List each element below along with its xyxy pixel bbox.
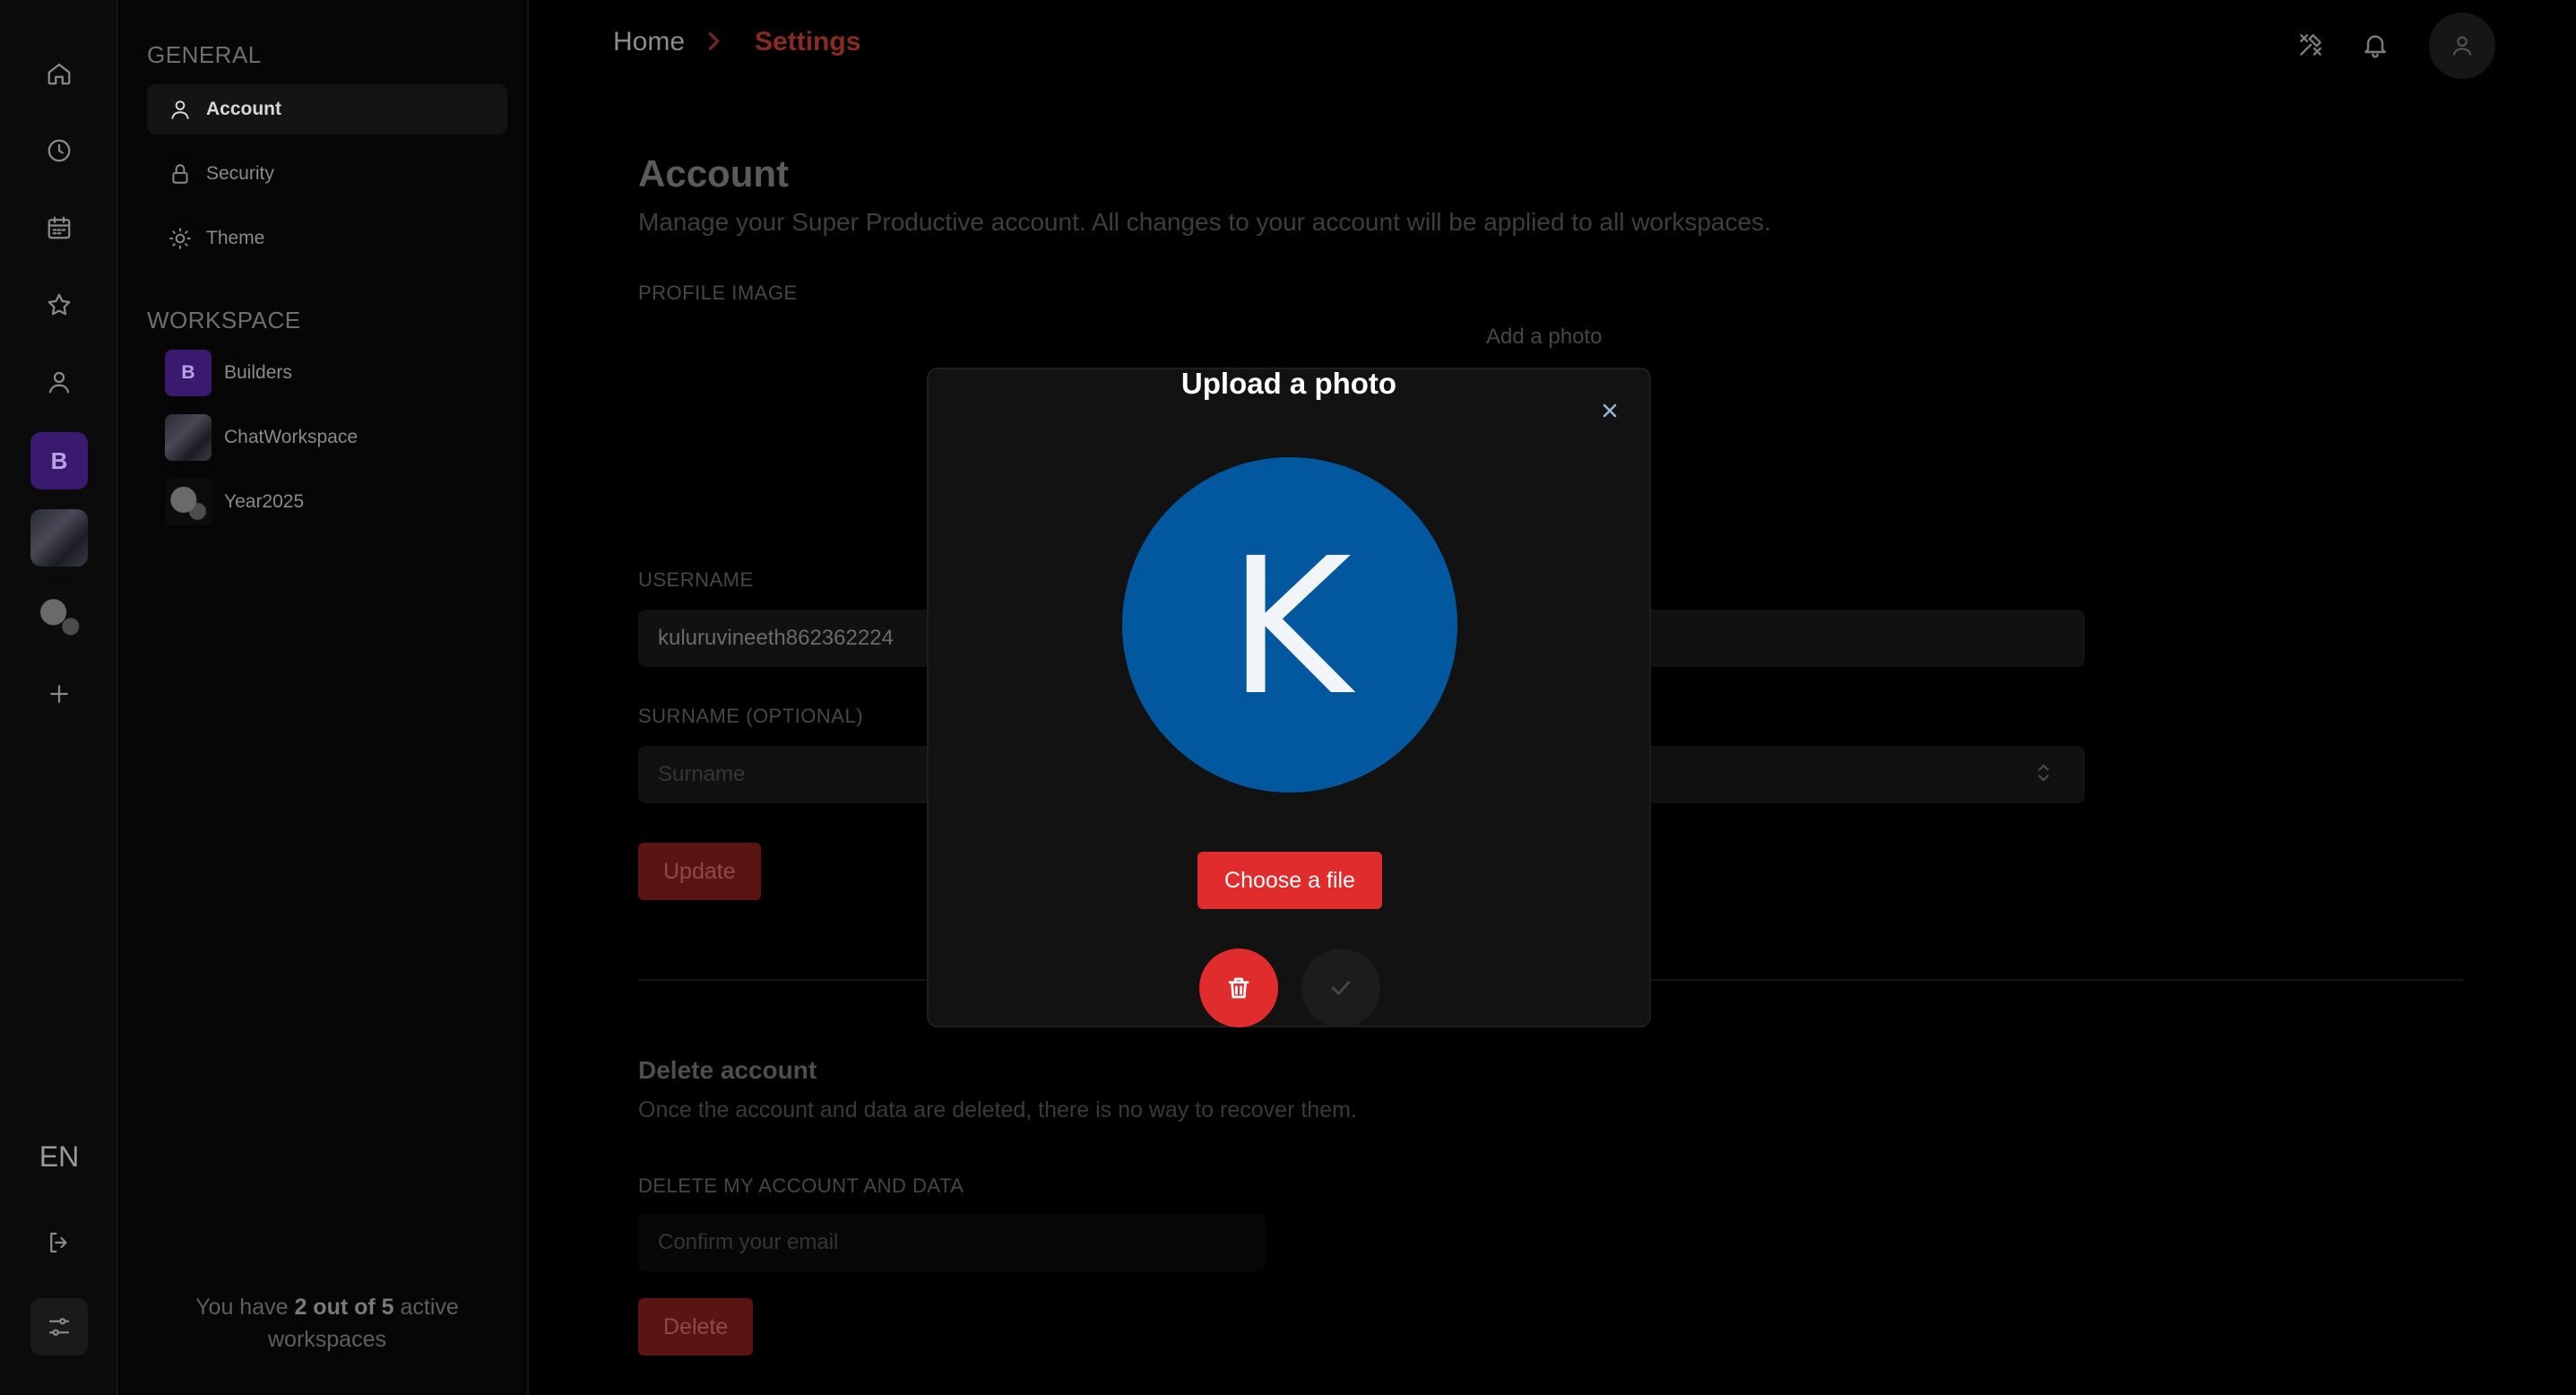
settings-sliders-icon[interactable] bbox=[30, 1298, 88, 1356]
user-avatar[interactable] bbox=[2429, 13, 2495, 79]
workspace-thumbnail bbox=[165, 414, 212, 461]
breadcrumb: Home Settings bbox=[613, 27, 860, 57]
breadcrumb-home[interactable]: Home bbox=[613, 27, 685, 57]
page-title: Account bbox=[638, 152, 789, 195]
workspace-badge: B bbox=[165, 350, 212, 396]
user-icon bbox=[171, 100, 189, 119]
username-label: USERNAME bbox=[638, 568, 754, 591]
choose-file-button[interactable]: Choose a file bbox=[1197, 852, 1382, 909]
user-icon[interactable] bbox=[36, 359, 82, 405]
delete-account-description: Once the account and data are deleted, t… bbox=[638, 1097, 1357, 1122]
workspace-label: Year2025 bbox=[224, 491, 305, 512]
active-workspaces-note: You have 2 out of 5 active workspaces bbox=[195, 1295, 459, 1353]
update-button[interactable]: Update bbox=[638, 843, 761, 900]
page-description: Manage your Super Productive account. Al… bbox=[638, 208, 1771, 236]
home-icon[interactable] bbox=[36, 50, 82, 97]
profile-image-label: PROFILE IMAGE bbox=[638, 282, 798, 304]
calendar-icon[interactable] bbox=[36, 204, 82, 251]
delete-photo-button[interactable] bbox=[1199, 949, 1278, 1027]
user-icon bbox=[2452, 36, 2472, 56]
sun-icon bbox=[169, 228, 191, 249]
tools-icon[interactable] bbox=[2293, 27, 2329, 63]
workspace-builders-badge[interactable]: B bbox=[30, 432, 88, 490]
sidenav-item-theme[interactable]: Theme bbox=[147, 213, 507, 264]
add-photo-link[interactable]: Add a photo bbox=[1486, 325, 1602, 350]
upload-photo-modal: Upload a photo K Choose a file bbox=[927, 367, 1651, 1027]
general-section-title: GENERAL bbox=[147, 41, 262, 68]
surname-label: SURNAME (OPTIONAL) bbox=[638, 705, 864, 727]
bell-icon[interactable] bbox=[2357, 27, 2393, 63]
workspace-label: Builders bbox=[224, 362, 292, 383]
workspace-chatworkspace-thumbnail[interactable] bbox=[30, 509, 88, 567]
delete-field-label: DELETE MY ACCOUNT AND DATA bbox=[638, 1174, 964, 1197]
modal-title: Upload a photo bbox=[1180, 367, 1397, 400]
sidenav-item-label: Account bbox=[206, 99, 281, 119]
settings-sidenav: GENERAL Account Security Theme WORKSPACE… bbox=[120, 0, 529, 1395]
workspace-item-year2025[interactable]: Year2025 bbox=[165, 477, 304, 527]
logout-icon[interactable] bbox=[36, 1219, 82, 1266]
close-icon[interactable] bbox=[1594, 394, 1626, 427]
breadcrumb-current: Settings bbox=[755, 27, 861, 56]
avatar-letter: K bbox=[1228, 517, 1352, 737]
workspace-thumbnail bbox=[165, 479, 212, 525]
sidenav-item-label: Security bbox=[206, 163, 274, 184]
plus-icon[interactable] bbox=[36, 671, 82, 717]
delete-account-title: Delete account bbox=[638, 1056, 817, 1084]
star-icon[interactable] bbox=[36, 282, 82, 328]
workspace-item-builders[interactable]: B Builders bbox=[165, 348, 292, 398]
confirm-photo-button[interactable] bbox=[1301, 949, 1380, 1027]
sidenav-item-account[interactable]: Account bbox=[147, 84, 507, 134]
avatar-preview: K bbox=[1122, 457, 1457, 793]
app-rail: B EN bbox=[0, 0, 118, 1395]
confirm-email-input[interactable]: Confirm your email bbox=[638, 1214, 1266, 1271]
delete-button[interactable]: Delete bbox=[638, 1298, 754, 1356]
workspace-label: ChatWorkspace bbox=[224, 427, 359, 447]
sidenav-item-security[interactable]: Security bbox=[147, 149, 507, 199]
lock-icon bbox=[172, 164, 188, 184]
chevron-right-icon bbox=[701, 29, 739, 56]
workspace-year2025-thumbnail[interactable] bbox=[30, 586, 88, 644]
active-workspaces-count: 2 out of 5 bbox=[294, 1295, 394, 1320]
clock-icon[interactable] bbox=[36, 127, 82, 174]
chevron-up-down-icon[interactable] bbox=[2031, 760, 2058, 787]
sidenav-item-label: Theme bbox=[206, 228, 265, 248]
workspace-section-title: WORKSPACE bbox=[147, 307, 301, 334]
check-icon bbox=[1331, 981, 1351, 995]
workspace-item-chatworkspace[interactable]: ChatWorkspace bbox=[165, 412, 358, 463]
language-switcher[interactable]: EN bbox=[0, 1140, 118, 1174]
trash-icon bbox=[1228, 977, 1249, 999]
